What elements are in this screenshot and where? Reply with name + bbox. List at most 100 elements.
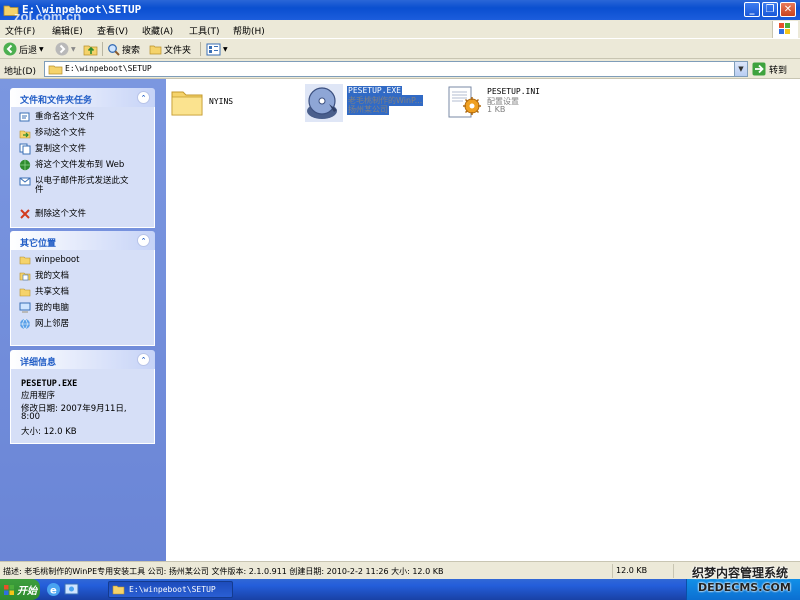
menu-favorites[interactable]: 收藏(A) [142, 24, 173, 37]
file-list[interactable]: NYINS PESETUP.EXE 老毛桃制作的WinP... 扬州某公司 PE… [166, 79, 800, 561]
details-filename: PESETUP.EXE [21, 379, 78, 389]
menu-bar: 文件(F) 编辑(E) 查看(V) 收藏(A) 工具(T) 帮助(H) [0, 20, 800, 39]
start-button[interactable]: 开始 [0, 579, 40, 600]
folders-icon [149, 45, 162, 55]
file-company: 扬州某公司 [347, 104, 389, 115]
shared-documents-icon [19, 288, 31, 297]
menu-tools[interactable]: 工具(T) [189, 24, 220, 37]
windows-logo-icon [4, 584, 14, 595]
back-button[interactable]: 后退 ▼ [3, 41, 44, 57]
taskbar: 开始 e E:\winpeboot\SETUP [0, 579, 800, 600]
details-title: 详细信息 [20, 358, 57, 368]
up-button[interactable] [83, 41, 98, 57]
publish-web-icon [19, 159, 31, 171]
close-button[interactable]: ✕ [780, 2, 796, 17]
task-rename[interactable]: 重命名这个文件 [19, 111, 95, 123]
search-button[interactable]: 搜索 [107, 41, 140, 57]
address-value: E:\winpeboot\SETUP [65, 64, 152, 73]
status-zone [673, 564, 800, 578]
place-network[interactable]: 网上邻居 [19, 318, 69, 330]
task-publish-web[interactable]: 将这个文件发布到 Web [19, 159, 124, 171]
file-name: PESETUP.INI [487, 87, 540, 96]
menu-edit[interactable]: 编辑(E) [52, 24, 83, 37]
place-winpeboot[interactable]: winpeboot [19, 254, 79, 266]
folder-icon [19, 256, 31, 265]
collapse-icon[interactable]: ⌃ [137, 234, 150, 247]
forward-arrow-icon [55, 42, 69, 56]
status-description: 描述: 老毛桃制作的WinPE专用安装工具 公司: 扬州某公司 文件版本: 2.… [3, 567, 444, 576]
folder-icon [171, 91, 203, 116]
system-tray [686, 579, 800, 600]
task-pane: 文件和文件夹任务 ⌃ 重命名这个文件 移动这个文件 复制这个文件 将这个文件发布… [0, 79, 166, 561]
forward-button[interactable]: ▼ [55, 41, 76, 57]
views-button[interactable]: ▼ [206, 41, 228, 57]
address-label: 地址(D) [4, 67, 36, 77]
status-size: 12.0 KB [612, 564, 672, 578]
minimize-button[interactable]: _ [744, 2, 760, 17]
file-tasks-header[interactable]: 文件和文件夹任务 ⌃ [10, 88, 155, 107]
file-tasks-title: 文件和文件夹任务 [20, 96, 93, 106]
chevron-down-icon: ▼ [71, 45, 76, 53]
move-icon [19, 130, 31, 139]
task-move[interactable]: 移动这个文件 [19, 127, 86, 139]
details-header[interactable]: 详细信息 ⌃ [10, 350, 155, 369]
my-documents-icon [19, 272, 31, 281]
chevron-down-icon: ▼ [223, 45, 228, 53]
desktop-icon[interactable] [64, 582, 79, 597]
rename-icon [19, 112, 30, 122]
place-my-computer[interactable]: 我的电脑 [19, 302, 69, 314]
svg-text:e: e [50, 586, 57, 597]
other-places-panel: 其它位置 ⌃ winpeboot 我的文档 共享文档 我的电脑 网上邻居 [10, 231, 155, 346]
start-label: 开始 [17, 586, 37, 597]
file-name: PESETUP.EXE [347, 86, 402, 95]
details-type: 应用程序 [21, 391, 56, 401]
file-item-exe[interactable]: PESETUP.EXE 老毛桃制作的WinP... 扬州某公司 [305, 84, 443, 122]
other-places-title: 其它位置 [20, 239, 57, 249]
toolbar: 后退 ▼ ▼ 搜索 文件夹 ▼ [0, 39, 800, 59]
internet-explorer-icon[interactable]: e [46, 582, 61, 597]
back-label: 后退 [19, 45, 38, 56]
search-icon [108, 43, 120, 56]
back-arrow-icon [3, 42, 17, 56]
place-shared-documents[interactable]: 共享文档 [19, 286, 69, 298]
file-name: NYINS [209, 97, 234, 106]
folder-icon [112, 585, 125, 595]
other-places-header[interactable]: 其它位置 ⌃ [10, 231, 155, 250]
folders-label: 文件夹 [164, 45, 192, 56]
restore-button[interactable]: ❐ [762, 2, 778, 17]
status-bar: 描述: 老毛桃制作的WinPE专用安装工具 公司: 扬州某公司 文件版本: 2.… [0, 561, 800, 579]
search-label: 搜索 [122, 45, 141, 56]
taskbar-window-label: E:\winpeboot\SETUP [129, 585, 216, 594]
go-button[interactable]: 转到 [752, 61, 787, 77]
go-label: 转到 [769, 65, 788, 76]
folder-icon [48, 65, 63, 75]
file-item-folder[interactable]: NYINS [170, 85, 290, 121]
collapse-icon[interactable]: ⌃ [137, 353, 150, 366]
menu-view[interactable]: 查看(V) [97, 24, 128, 37]
address-input[interactable]: E:\winpeboot\SETUP ▼ [44, 61, 748, 77]
address-bar: 地址(D) E:\winpeboot\SETUP ▼ 转到 [0, 59, 800, 79]
collapse-icon[interactable]: ⌃ [137, 91, 150, 104]
views-icon [206, 43, 221, 55]
setup-disc-icon [305, 84, 343, 122]
delete-icon [20, 209, 30, 219]
task-delete[interactable]: 删除这个文件 [19, 208, 86, 220]
menu-help[interactable]: 帮助(H) [233, 24, 265, 37]
file-item-ini[interactable]: PESETUP.INI 配置设置 1 KB [446, 85, 556, 123]
details-modified-time: 8:00 [21, 412, 41, 422]
folders-button[interactable]: 文件夹 [149, 41, 191, 57]
go-arrow-icon [752, 62, 766, 76]
network-places-icon [20, 318, 30, 330]
windows-logo-icon [772, 21, 798, 38]
address-dropdown-button[interactable]: ▼ [734, 62, 747, 76]
task-email[interactable]: 以电子邮件形式发送此文件 [19, 175, 149, 195]
details-size: 大小: 12.0 KB [21, 427, 77, 437]
task-copy[interactable]: 复制这个文件 [19, 143, 86, 155]
my-computer-icon [19, 302, 31, 313]
place-my-documents[interactable]: 我的文档 [19, 270, 69, 282]
title-bar[interactable]: E:\winpeboot\SETUP zol.com.cn _ ❐ ✕ [0, 0, 800, 24]
taskbar-window-button[interactable]: E:\winpeboot\SETUP [108, 581, 233, 598]
chevron-down-icon: ▼ [39, 45, 44, 53]
menu-file[interactable]: 文件(F) [5, 24, 35, 37]
settings-file-icon [448, 86, 481, 118]
